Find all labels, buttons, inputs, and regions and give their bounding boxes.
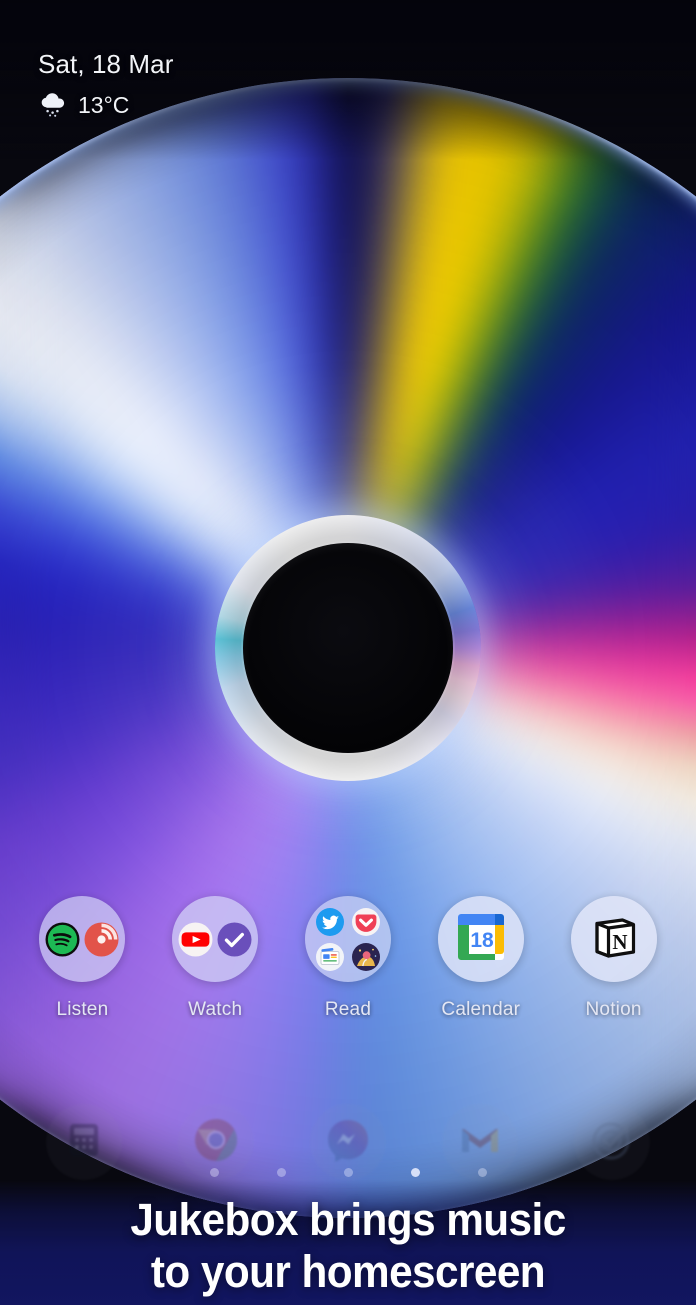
- target-icon: [588, 1116, 636, 1169]
- caption-overlay: Jukebox brings music to your homescreen: [0, 1179, 696, 1305]
- page-dot[interactable]: [276, 1168, 286, 1177]
- caption-line-2: to your homescreen: [150, 1246, 546, 1298]
- twitter-icon: [315, 907, 345, 937]
- chrome-icon: [191, 1115, 241, 1170]
- youtube-icon: [177, 921, 214, 958]
- svg-text:18: 18: [470, 929, 494, 952]
- app-grid-row: Listen Watch Read 18 Calendar N Notion: [0, 896, 696, 1021]
- notion-icon: N: [586, 909, 642, 970]
- pocket-icon: [351, 907, 381, 937]
- page-dot[interactable]: [477, 1168, 487, 1177]
- app-notion[interactable]: N Notion: [562, 896, 666, 1021]
- app-listen-label: Listen: [56, 999, 109, 1020]
- page-indicator: [0, 1168, 696, 1177]
- date-text: Sat, 18 Mar: [38, 49, 174, 79]
- app-watch-tile[interactable]: [172, 896, 259, 982]
- page-dot-active[interactable]: [410, 1168, 420, 1177]
- date-weather-widget[interactable]: Sat, 18 Mar 13°C: [38, 49, 174, 119]
- check-circle-icon: [216, 921, 253, 958]
- weather-row: 13°C: [38, 92, 174, 119]
- app-watch-label: Watch: [188, 999, 243, 1020]
- cd-hub-ring: [215, 515, 481, 781]
- messenger-icon: [324, 1116, 372, 1169]
- app-listen-tile[interactable]: [39, 896, 126, 982]
- app-notion-label: Notion: [585, 999, 642, 1020]
- google-news-icon: [315, 942, 345, 972]
- page-dot[interactable]: [343, 1168, 353, 1177]
- pocket-casts-icon: [83, 921, 120, 958]
- book-app-icon: [351, 942, 381, 972]
- google-calendar-icon: 18: [452, 908, 510, 971]
- calculator-icon: [61, 1117, 107, 1168]
- app-watch[interactable]: Watch: [163, 896, 267, 1021]
- spotify-icon: [44, 921, 81, 958]
- svg-text:N: N: [612, 930, 627, 954]
- page-dot[interactable]: [209, 1168, 219, 1177]
- gmail-icon: [456, 1116, 504, 1169]
- app-calendar[interactable]: 18 Calendar: [429, 896, 533, 1021]
- app-read[interactable]: Read: [296, 896, 400, 1021]
- caption-line-1: Jukebox brings music: [130, 1193, 566, 1245]
- app-read-tile[interactable]: [304, 896, 391, 982]
- rain-cloud-icon: [38, 92, 68, 118]
- app-calendar-label: Calendar: [441, 999, 521, 1020]
- app-calendar-tile[interactable]: 18: [437, 896, 524, 982]
- temperature-text: 13°C: [78, 91, 130, 118]
- app-read-label: Read: [324, 999, 372, 1020]
- phone-screen: Sat, 18 Mar 13°C Listen Watch Read 18 Ca…: [0, 0, 696, 1305]
- app-notion-tile[interactable]: N: [570, 896, 657, 982]
- cd-center-hole: [243, 543, 453, 753]
- app-listen[interactable]: Listen: [30, 896, 134, 1021]
